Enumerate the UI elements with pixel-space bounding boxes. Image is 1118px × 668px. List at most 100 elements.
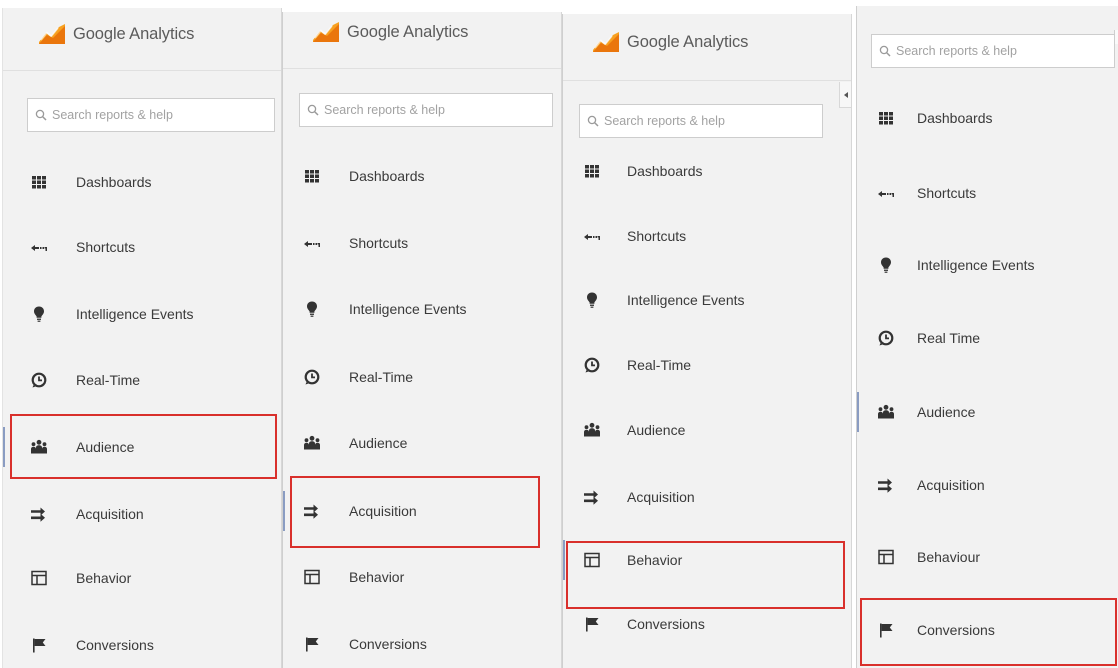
people-icon <box>303 434 321 452</box>
sidebar-item-intelligence-events[interactable]: Intelligence Events <box>283 289 561 329</box>
sidebar-item-conversions[interactable]: Conversions <box>3 625 281 665</box>
clock-icon <box>303 368 321 386</box>
app-title: Google Analytics <box>73 24 195 43</box>
sidebar-item-acquisition[interactable]: Acquisition <box>563 477 851 517</box>
sidebar-item-label: Conversions <box>627 616 705 632</box>
sidebar-item-label: Acquisition <box>76 506 144 522</box>
ga-logo[interactable]: Google Analytics <box>39 24 194 44</box>
sidebar-item-behavior[interactable]: Behavior <box>283 557 561 597</box>
sidebar-item-audience[interactable]: Audience <box>857 392 1118 432</box>
grid-icon <box>30 173 48 191</box>
ga-logo[interactable]: Google Analytics <box>313 22 468 42</box>
sidebar-item-intelligence-events[interactable]: Intelligence Events <box>3 294 281 334</box>
sidebar-item-behaviour[interactable]: Behaviour <box>857 537 1118 577</box>
chevron-left-icon <box>843 91 848 98</box>
arrows-icon <box>583 488 601 506</box>
sidebar-item-label: Audience <box>76 439 135 455</box>
people-icon <box>877 403 895 421</box>
sidebar-item-label: Real-Time <box>76 372 141 388</box>
sidebar-item-label: Audience <box>627 422 686 438</box>
sidebar-item-behavior[interactable]: Behavior <box>563 540 851 580</box>
sidebar-item-dashboards[interactable]: Dashboards <box>3 162 281 202</box>
sidebar-item-label: Dashboards <box>627 163 703 179</box>
sidebar-item-label: Real-Time <box>627 357 692 373</box>
shortcut-arrow-icon <box>30 238 48 256</box>
app-title: Google Analytics <box>347 22 469 41</box>
sidebar-item-dashboards[interactable]: Dashboards <box>857 98 1118 138</box>
sidebar-item-conversions[interactable]: Conversions <box>857 610 1118 650</box>
sidebar-item-dashboards[interactable]: Dashboards <box>283 156 561 196</box>
grid-icon <box>303 167 321 185</box>
sidebar-item-acquisition[interactable]: Acquisition <box>857 465 1118 505</box>
sidebar-item-label: Dashboards <box>917 110 993 126</box>
collapse-sidebar-button[interactable] <box>839 82 851 108</box>
sidebar-item-shortcuts[interactable]: Shortcuts <box>857 173 1118 213</box>
sidebar-item-shortcuts[interactable]: Shortcuts <box>563 216 851 256</box>
sidebar-item-label: Audience <box>349 435 408 451</box>
sidebar-item-acquisition[interactable]: Acquisition <box>3 494 281 534</box>
search-box[interactable] <box>27 98 275 132</box>
sidebar-item-audience[interactable]: Audience <box>563 410 851 450</box>
layout-icon <box>877 548 895 566</box>
search-icon <box>307 104 319 116</box>
ga-logo[interactable]: Google Analytics <box>593 32 748 52</box>
divider <box>283 68 561 69</box>
sidebar-item-label: Dashboards <box>349 168 425 184</box>
sidebar-item-audience[interactable]: Audience <box>3 427 281 467</box>
search-input[interactable] <box>896 44 1114 58</box>
sidebar-item-real-time[interactable]: Real-Time <box>563 345 851 385</box>
sidebar-item-conversions[interactable]: Conversions <box>283 624 561 664</box>
active-indicator <box>563 540 565 580</box>
sidebar-item-real-time[interactable]: Real-Time <box>283 357 561 397</box>
lightbulb-icon <box>583 291 601 309</box>
search-box[interactable] <box>299 93 553 127</box>
arrows-icon <box>877 476 895 494</box>
arrows-icon <box>30 505 48 523</box>
lightbulb-icon <box>30 305 48 323</box>
sidebar-item-shortcuts[interactable]: Shortcuts <box>3 227 281 267</box>
search-input[interactable] <box>324 103 552 117</box>
sidebar-item-label: Shortcuts <box>627 228 687 244</box>
sidebar-item-label: Shortcuts <box>917 185 977 201</box>
sidebar-item-real-time[interactable]: Real Time <box>857 318 1118 358</box>
clock-icon <box>877 329 895 347</box>
ga-logo-icon <box>313 22 339 42</box>
sidebar-item-label: Behavior <box>627 552 683 568</box>
lightbulb-icon <box>877 256 895 274</box>
sidebar-item-acquisition[interactable]: Acquisition <box>283 491 561 531</box>
sidebar-item-dashboards[interactable]: Dashboards <box>563 151 851 191</box>
sidebar-item-label: Conversions <box>349 636 427 652</box>
nav-panel-4: Dashboards Shortcuts Intelligence Events Re… <box>856 6 1118 668</box>
sidebar-item-conversions[interactable]: Conversions <box>563 604 851 644</box>
active-indicator <box>283 491 285 531</box>
sidebar-item-label: Behaviour <box>917 549 981 565</box>
sidebar-item-behavior[interactable]: Behavior <box>3 558 281 598</box>
ga-logo-icon <box>593 32 619 52</box>
arrows-icon <box>303 502 321 520</box>
sidebar-item-label: Shortcuts <box>76 239 136 255</box>
app-title: Google Analytics <box>627 32 749 51</box>
sidebar-item-label: Real Time <box>917 330 981 346</box>
sidebar-item-intelligence-events[interactable]: Intelligence Events <box>857 245 1118 285</box>
active-indicator <box>3 427 5 467</box>
lightbulb-icon <box>303 300 321 318</box>
grid-icon <box>877 109 895 127</box>
sidebar-item-label: Conversions <box>917 622 995 638</box>
ga-logo-icon <box>39 24 65 44</box>
sidebar-item-label: Acquisition <box>349 503 417 519</box>
search-box[interactable] <box>579 104 823 138</box>
sidebar-item-real-time[interactable]: Real-Time <box>3 360 281 400</box>
search-input[interactable] <box>52 108 274 122</box>
sidebar-item-intelligence-events[interactable]: Intelligence Events <box>563 280 851 320</box>
active-indicator <box>857 392 859 432</box>
divider <box>563 80 851 81</box>
search-input[interactable] <box>604 114 822 128</box>
sidebar-item-audience[interactable]: Audience <box>283 423 561 463</box>
sidebar-item-label: Audience <box>917 404 976 420</box>
flag-icon <box>583 615 601 633</box>
sidebar-item-label: Behavior <box>349 569 405 585</box>
search-box[interactable] <box>871 34 1115 68</box>
shortcut-arrow-icon <box>303 234 321 252</box>
sidebar-item-shortcuts[interactable]: Shortcuts <box>283 223 561 263</box>
search-icon <box>587 115 599 127</box>
